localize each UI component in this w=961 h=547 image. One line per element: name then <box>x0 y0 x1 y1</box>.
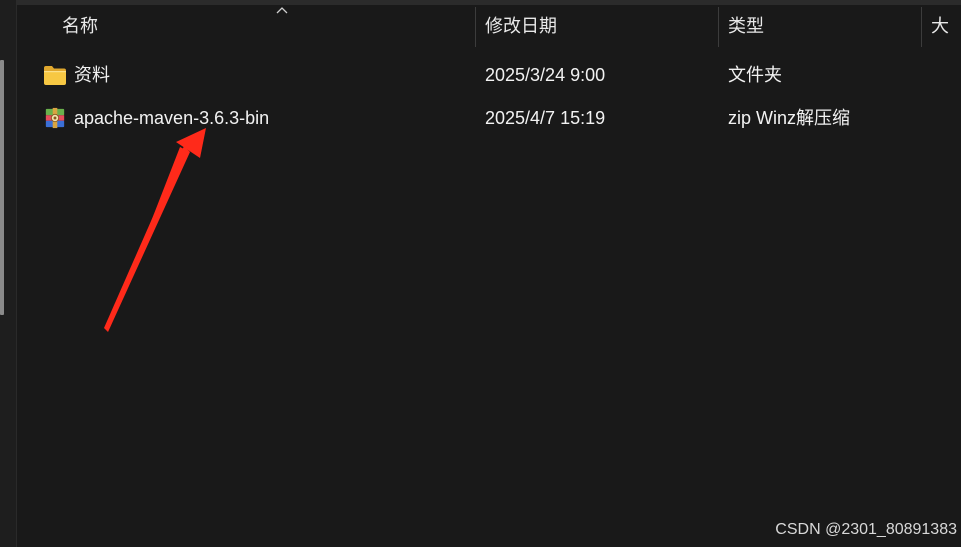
watermark-text: CSDN @2301_80891383 <box>775 521 957 538</box>
file-list-item[interactable]: apache-maven-3.6.3-bin 2025/4/7 15:19 zi… <box>17 98 961 138</box>
file-date-modified: 2025/4/7 15:19 <box>485 108 606 128</box>
column-header-name-label: 名称 <box>62 16 98 36</box>
column-header-size-label: 大小 <box>931 16 949 36</box>
column-header-type[interactable]: 类型 <box>718 5 921 47</box>
file-name: 资料 <box>74 65 110 85</box>
chevron-up-icon <box>276 7 288 14</box>
folder-icon <box>44 66 66 85</box>
file-type: zip Winz解压缩 <box>728 108 851 128</box>
file-list-item[interactable]: 资料 2025/3/24 9:00 文件夹 <box>17 55 961 95</box>
file-date-modified: 2025/3/24 9:00 <box>485 65 606 85</box>
file-type: 文件夹 <box>728 65 782 85</box>
file-name: apache-maven-3.6.3-bin <box>74 108 270 128</box>
column-header-type-label: 类型 <box>728 16 764 36</box>
column-header-date-modified[interactable]: 修改日期 <box>475 5 718 47</box>
winrar-archive-icon <box>45 107 65 129</box>
column-header-name[interactable]: 名称 <box>52 5 475 47</box>
column-header-size[interactable]: 大小 <box>921 5 961 47</box>
file-explorer-window: 名称 修改日期 类型 大小 资料 2025/3/24 9:00 文件夹 <box>0 0 961 547</box>
navigation-pane-edge <box>0 0 16 547</box>
column-header-date-label: 修改日期 <box>485 16 557 36</box>
navigation-scrollbar[interactable] <box>0 60 4 315</box>
column-header-bar: 名称 修改日期 类型 大小 <box>17 5 961 47</box>
